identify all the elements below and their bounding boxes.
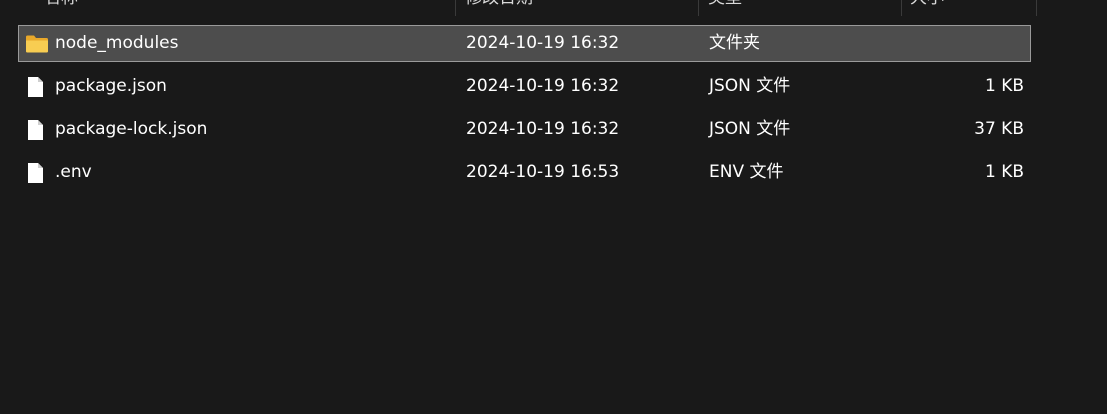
file-explorer: 名称 修改日期 类型 大小 node_modules 2024-10-19 16…: [0, 0, 1107, 414]
file-icon: [25, 112, 49, 147]
column-divider[interactable]: [698, 0, 699, 16]
file-name: node_modules: [55, 33, 179, 53]
file-size: 1 KB: [984, 76, 1024, 96]
file-type: ENV 文件: [709, 162, 784, 182]
column-divider[interactable]: [455, 0, 456, 16]
file-type: JSON 文件: [709, 119, 791, 139]
file-name: package.json: [55, 76, 167, 96]
column-header-type[interactable]: 类型: [708, 0, 742, 16]
file-date: 2024-10-19 16:53: [466, 162, 620, 182]
file-date: 2024-10-19 16:32: [466, 76, 620, 96]
file-name: .env: [55, 162, 92, 182]
column-header-date[interactable]: 修改日期: [465, 0, 533, 16]
file-date: 2024-10-19 16:32: [466, 119, 620, 139]
folder-icon: [25, 26, 49, 61]
file-icon: [25, 155, 49, 190]
file-type: JSON 文件: [709, 76, 791, 96]
file-row-node-modules[interactable]: node_modules 2024-10-19 16:32 文件夹: [18, 25, 1031, 62]
file-row-package-json[interactable]: package.json 2024-10-19 16:32 JSON 文件 1 …: [18, 68, 1031, 105]
file-row-env[interactable]: .env 2024-10-19 16:53 ENV 文件 1 KB: [18, 154, 1031, 191]
file-date: 2024-10-19 16:32: [466, 33, 620, 53]
file-type: 文件夹: [709, 33, 760, 53]
column-header-row: 名称 修改日期 类型 大小: [0, 0, 1107, 16]
file-row-package-lock-json[interactable]: package-lock.json 2024-10-19 16:32 JSON …: [18, 111, 1031, 148]
column-header-name[interactable]: 名称: [44, 0, 78, 16]
column-header-size[interactable]: 大小: [910, 0, 944, 16]
file-size: 1 KB: [984, 162, 1024, 182]
column-divider[interactable]: [901, 0, 902, 16]
file-icon: [25, 69, 49, 104]
column-divider[interactable]: [1036, 0, 1037, 16]
file-name: package-lock.json: [55, 119, 208, 139]
file-size: 37 KB: [974, 119, 1024, 139]
